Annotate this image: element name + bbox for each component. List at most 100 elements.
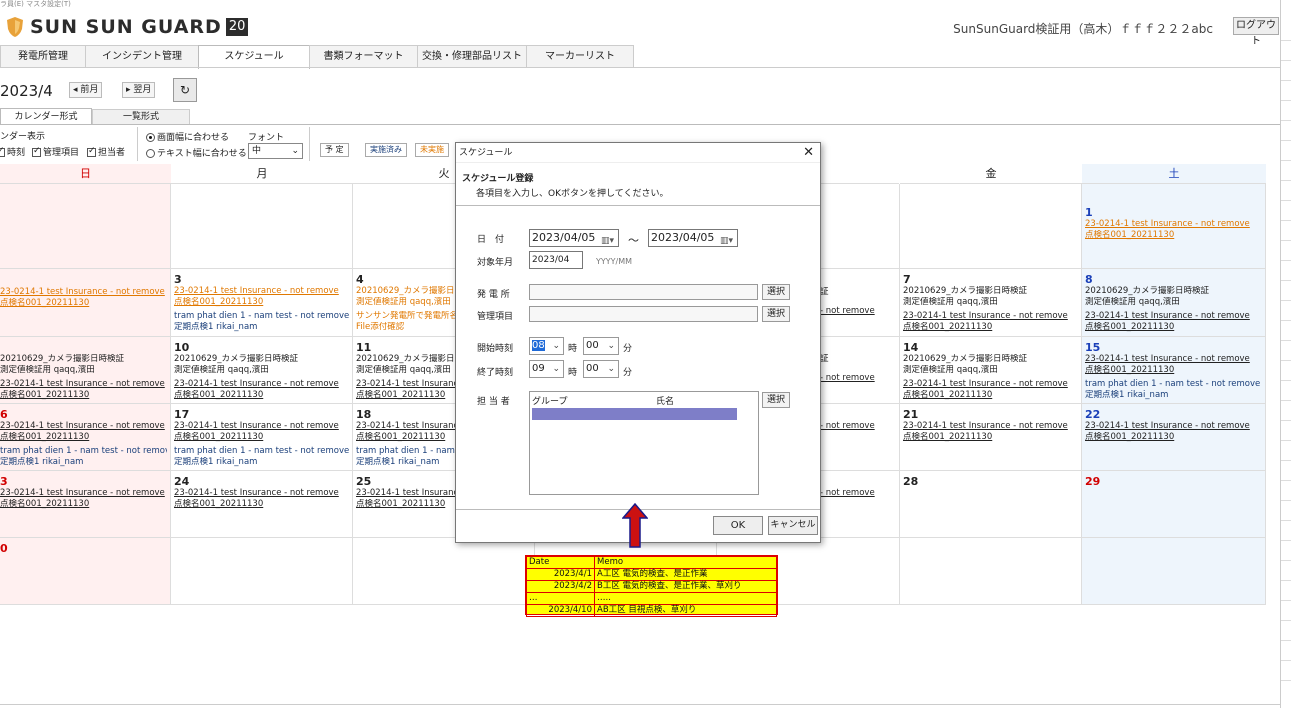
cancel-button[interactable]: キャンセル	[768, 516, 818, 535]
calendar-day[interactable]: 20210629_カメラ撮影日時検証 測定値検証用 qaqq,濱田 23-021…	[0, 337, 171, 404]
start-hour-select[interactable]: 08 ⌄	[529, 337, 564, 355]
event-link[interactable]: tram phat dien 1 - nam test - not remove	[1085, 379, 1262, 390]
calendar-day[interactable]: 15 23-0214-1 test Insurance - not remove…	[1082, 337, 1266, 404]
event-link[interactable]: 23-0214-1 test Insurance - not remove	[0, 488, 167, 499]
event-link[interactable]: 20210629_カメラ撮影日時検証	[903, 354, 1078, 365]
calendar-day[interactable]: 22 23-0214-1 test Insurance - not remove…	[1082, 404, 1266, 471]
event-link[interactable]: 定期点検1 rikai_nam	[0, 457, 167, 468]
event-link[interactable]: 23-0214-1 test Insurance - not remove	[174, 421, 349, 432]
event-link[interactable]: 点検名001_20211130	[903, 432, 1078, 443]
event-link[interactable]: 20210629_カメラ撮影日時検証	[0, 354, 167, 365]
event-link[interactable]: 23-0214-1 test Insurance - not remove	[174, 379, 349, 390]
plant-field[interactable]	[529, 284, 758, 300]
calendar-day[interactable]: 23-0214-1 test Insurance - not remove 点検…	[0, 269, 171, 337]
event-link[interactable]: tram phat dien 1 - nam test - not remove	[174, 446, 349, 457]
event-link[interactable]: 点検名001_20211130	[174, 297, 349, 308]
calendar-day[interactable]	[171, 184, 353, 269]
person-list[interactable]: グループ 氏名	[529, 391, 759, 495]
calendar-day[interactable]: 3 23-0214-1 test Insurance - not remove …	[0, 471, 171, 538]
refresh-button[interactable]: ↻	[173, 78, 197, 102]
prev-month-button[interactable]: ◂ 前月	[69, 82, 103, 98]
calendar-day[interactable]	[1082, 538, 1266, 605]
item-checkbox[interactable]: 管理項目	[32, 145, 79, 158]
calendar-day[interactable]	[353, 538, 535, 605]
calendar-day[interactable]	[171, 538, 353, 605]
end-hour-select[interactable]: 09 ⌄	[529, 360, 564, 378]
logout-button[interactable]: ログアウト	[1233, 17, 1279, 47]
event-link[interactable]: 点検名001_20211130	[1085, 432, 1262, 443]
calendar-day[interactable]: 28	[900, 471, 1082, 538]
event-link[interactable]: 20210629_カメラ撮影日時検証	[903, 286, 1078, 297]
calendar-day[interactable]: 10 20210629_カメラ撮影日時検証 測定値検証用 qaqq,濱田 23-…	[171, 337, 353, 404]
tab-list-view[interactable]: 一覧形式	[92, 109, 190, 124]
event-link[interactable]: 点検名001_20211130	[903, 322, 1078, 333]
event-link[interactable]: 点検名001_20211130	[174, 499, 349, 510]
event-link[interactable]: 23-0214-1 test Insurance - not remove	[174, 488, 349, 499]
event-link[interactable]: 23-0214-1 test Insurance - not remove	[903, 379, 1078, 390]
event-link[interactable]: 23-0214-1 test Insurance - not remove	[1085, 354, 1262, 365]
date-from-picker[interactable]: 2023/04/05 ▥▾	[529, 229, 619, 247]
target-month-input[interactable]: 2023/04	[529, 251, 583, 269]
calendar-day[interactable]: 1 23-0214-1 test Insurance - not remove …	[1082, 184, 1266, 269]
fit-text-radio[interactable]: テキスト幅に合わせる	[146, 146, 247, 159]
event-link[interactable]: 測定値検証用 qaqq,濱田	[903, 297, 1078, 308]
tab-plant[interactable]: 発電所管理	[0, 45, 86, 67]
tab-schedule[interactable]: スケジュール	[198, 45, 310, 69]
event-link[interactable]: 20210629_カメラ撮影日時検証	[174, 354, 349, 365]
event-link[interactable]: 定期点検1 rikai_nam	[174, 322, 349, 333]
event-link[interactable]: 点検名001_20211130	[174, 432, 349, 443]
calendar-day[interactable]	[0, 184, 171, 269]
event-link[interactable]: 点検名001_20211130	[1085, 230, 1262, 241]
tab-incident[interactable]: インシデント管理	[85, 45, 199, 67]
date-to-picker[interactable]: 2023/04/05 ▥▾	[648, 229, 738, 247]
calendar-day[interactable]: 21 23-0214-1 test Insurance - not remove…	[900, 404, 1082, 471]
event-link[interactable]: 23-0214-1 test Insurance - not remove	[903, 421, 1078, 432]
event-link[interactable]: 23-0214-1 test Insurance - not remove	[0, 379, 167, 390]
calendar-day[interactable]: 6 23-0214-1 test Insurance - not remove …	[0, 404, 171, 471]
event-link[interactable]: 20210629_カメラ撮影日時検証	[1085, 286, 1262, 297]
person-checkbox[interactable]: 担当者	[87, 145, 125, 158]
event-link[interactable]: 点検名001_20211130	[903, 390, 1078, 401]
tab-calendar-view[interactable]: カレンダー形式	[0, 108, 92, 124]
event-link[interactable]: 23-0214-1 test Insurance - not remove	[0, 421, 167, 432]
calendar-day[interactable]: 24 23-0214-1 test Insurance - not remove…	[171, 471, 353, 538]
tab-marker-list[interactable]: マーカーリスト	[526, 45, 634, 67]
event-link[interactable]: 点検名001_20211130	[0, 432, 167, 443]
event-link[interactable]: 23-0214-1 test Insurance - not remove	[1085, 219, 1262, 230]
close-icon[interactable]: ✕	[803, 145, 814, 161]
event-link[interactable]: 測定値検証用 qaqq,濱田	[174, 365, 349, 376]
calendar-day[interactable]: 7 20210629_カメラ撮影日時検証 測定値検証用 qaqq,濱田 23-0…	[900, 269, 1082, 337]
event-link[interactable]: 点検名001_20211130	[1085, 365, 1262, 376]
selected-row[interactable]	[532, 408, 737, 420]
event-link[interactable]: 23-0214-1 test Insurance - not remove	[1085, 311, 1262, 322]
calendar-day[interactable]: 0	[0, 538, 171, 605]
calendar-day[interactable]: 8 20210629_カメラ撮影日時検証 測定値検証用 qaqq,濱田 23-0…	[1082, 269, 1266, 337]
item-select-button[interactable]: 選択	[762, 306, 790, 322]
calendar-day[interactable]: 29	[1082, 471, 1266, 538]
start-minute-select[interactable]: 00 ⌄	[583, 337, 619, 355]
calendar-day[interactable]: 17 23-0214-1 test Insurance - not remove…	[171, 404, 353, 471]
calendar-day[interactable]: 3 23-0214-1 test Insurance - not remove …	[171, 269, 353, 337]
event-link[interactable]: 23-0214-1 test Insurance - not remove	[1085, 421, 1262, 432]
event-link[interactable]: 測定値検証用 qaqq,濱田	[903, 365, 1078, 376]
time-checkbox[interactable]: 時刻	[0, 145, 25, 158]
person-select-button[interactable]: 選択	[762, 392, 790, 408]
event-link[interactable]: 定期点検1 rikai_nam	[1085, 390, 1262, 401]
item-field[interactable]	[529, 306, 758, 322]
calendar-day[interactable]: 14 20210629_カメラ撮影日時検証 測定値検証用 qaqq,濱田 23-…	[900, 337, 1082, 404]
event-link[interactable]: 点検名001_20211130	[0, 499, 167, 510]
plant-select-button[interactable]: 選択	[762, 284, 790, 300]
event-link[interactable]: 23-0214-1 test Insurance - not remove	[174, 286, 349, 297]
event-link[interactable]: 測定値検証用 qaqq,濱田	[0, 365, 167, 376]
calendar-day[interactable]	[900, 184, 1082, 269]
tab-parts-list[interactable]: 交換・修理部品リスト	[417, 45, 527, 67]
event-link[interactable]: 点検名001_20211130	[1085, 322, 1262, 333]
tab-document-format[interactable]: 書類フォーマット	[309, 45, 418, 67]
event-link[interactable]: 23-0214-1 test Insurance - not remove	[903, 311, 1078, 322]
event-link[interactable]: 点検名001_20211130	[0, 390, 167, 401]
event-link[interactable]: 点検名001_20211130	[0, 298, 167, 309]
event-link[interactable]: 測定値検証用 qaqq,濱田	[1085, 297, 1262, 308]
event-link[interactable]: 点検名001_20211130	[174, 390, 349, 401]
calendar-day[interactable]	[900, 538, 1082, 605]
event-link[interactable]: 定期点検1 rikai_nam	[174, 457, 349, 468]
